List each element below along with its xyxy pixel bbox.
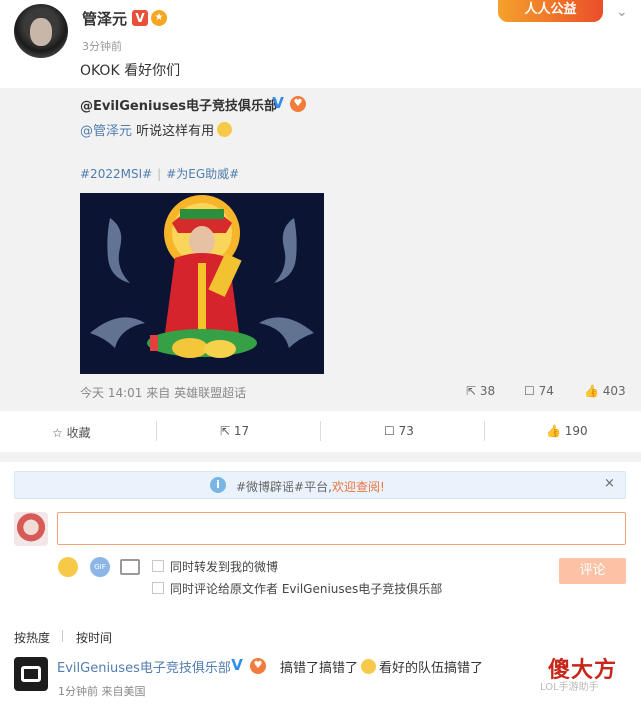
comment-body-2: 看好的队伍搞错了 (379, 661, 484, 676)
emoji-icon[interactable] (58, 557, 78, 577)
gif-icon[interactable]: GIF (90, 557, 110, 577)
collect-label: 收藏 (66, 426, 91, 440)
thumb-up-icon: 👍 (584, 384, 599, 398)
mention-link[interactable]: @管泽元 (80, 124, 132, 139)
comment-meta: 1分钟前 来自美国 (58, 683, 146, 699)
comment-input[interactable] (57, 512, 626, 545)
image-illustration (80, 193, 324, 374)
info-icon: i (210, 477, 226, 493)
repost-meta: 今天 14:01 来自 英雄联盟超话 (80, 384, 246, 401)
comment-button[interactable]: ☐ 73 (384, 424, 414, 438)
notice-body: #微博辟谣#平台, (236, 480, 332, 494)
notice-text: #微博辟谣#平台,欢迎查阅! (236, 478, 385, 495)
tag-separator: | (157, 167, 162, 181)
like-label: 190 (564, 424, 588, 438)
god-of-wealth-image[interactable] (80, 193, 324, 374)
crying-emoji-icon (361, 659, 377, 674)
close-icon[interactable]: × (604, 476, 615, 491)
comment-location: 来自美国 (101, 685, 146, 698)
repost-checkbox-label: 同时转发到我的微博 (170, 560, 279, 574)
comment-time: 1分钟前 (58, 685, 98, 698)
notice-link[interactable]: 欢迎查阅! (332, 480, 385, 494)
blue-verified-icon: V (231, 656, 243, 674)
comment-body: 搞错了搞错了 (280, 661, 359, 676)
collect-button[interactable]: ☆ 收藏 (52, 424, 91, 441)
fan-badge-icon: ♥ (290, 96, 306, 112)
watermark-sub: LOL手游助手 (540, 682, 599, 693)
source-prefix: 来自 (146, 386, 171, 400)
comment-author-checkbox[interactable] (152, 582, 164, 594)
comment-count-button[interactable]: ☐ 74 (524, 384, 554, 398)
section-divider (0, 452, 641, 462)
comment-icon: ☐ (524, 384, 535, 398)
comment-count: 74 (538, 384, 554, 398)
submit-comment-button[interactable]: 评论 (559, 558, 626, 584)
medal-icon: ★ (151, 10, 167, 26)
repost-author[interactable]: @EvilGeniuses电子竞技俱乐部 (80, 95, 277, 114)
repost-text: @管泽元 听说这样有用 (80, 120, 233, 139)
comment-text: 搞错了搞错了 看好的队伍搞错了 (280, 657, 483, 676)
post-text: OKOK 看好你们 (80, 63, 181, 79)
repost-checkbox[interactable] (152, 560, 164, 572)
hashtags: #2022MSI# | #为EG助威# (80, 165, 239, 182)
post-time[interactable]: 3分钟前 (82, 38, 122, 54)
divider (320, 421, 321, 441)
divider (62, 630, 63, 642)
share-icon: ⇱ (220, 424, 231, 438)
author-avatar[interactable] (14, 4, 68, 58)
hashtag-msi[interactable]: #2022MSI# (80, 167, 152, 181)
share-icon: ⇱ (466, 384, 477, 398)
comment-label: 73 (398, 424, 414, 438)
divider (156, 421, 157, 441)
repost-count-button[interactable]: ⇱ 38 (466, 384, 495, 398)
divider (484, 421, 485, 441)
star-icon: ☆ (52, 426, 63, 440)
hashtag-eg[interactable]: #为EG助威# (166, 167, 239, 181)
repost-source[interactable]: 英雄联盟超话 (174, 386, 246, 400)
like-count-button[interactable]: 👍 403 (584, 384, 626, 398)
author-name[interactable]: 管泽元 (82, 8, 127, 29)
thumb-up-icon: 👍 (546, 424, 561, 438)
blue-verified-icon: V (272, 94, 284, 112)
repost-body: 听说这样有用 (132, 124, 215, 139)
gongyi-badge[interactable]: 人人公益 (498, 0, 603, 22)
like-button[interactable]: 👍 190 (546, 424, 588, 438)
laughing-emoji-icon (217, 122, 233, 137)
repost-time[interactable]: 今天 14:01 (80, 386, 142, 400)
like-count: 403 (602, 384, 626, 398)
commenter-name[interactable]: EvilGeniuses电子竞技俱乐部 (57, 657, 231, 676)
repost-label: 17 (233, 424, 250, 438)
sort-by-time[interactable]: 按时间 (76, 629, 112, 646)
image-icon[interactable] (120, 559, 140, 575)
sort-by-hot[interactable]: 按热度 (14, 629, 50, 646)
comment-author-checkbox-label: 同时评论给原文作者 EvilGeniuses电子竞技俱乐部 (170, 582, 443, 596)
chevron-down-icon[interactable]: ⌄ (616, 4, 628, 20)
repost-count: 38 (479, 384, 496, 398)
comment-icon: ☐ (384, 424, 395, 438)
eg-logo-icon (21, 666, 41, 682)
fan-badge-icon: ♥ (250, 658, 266, 674)
repost-button[interactable]: ⇱ 17 (220, 424, 249, 438)
my-avatar (14, 512, 48, 546)
verified-badge-icon: V (132, 10, 148, 26)
